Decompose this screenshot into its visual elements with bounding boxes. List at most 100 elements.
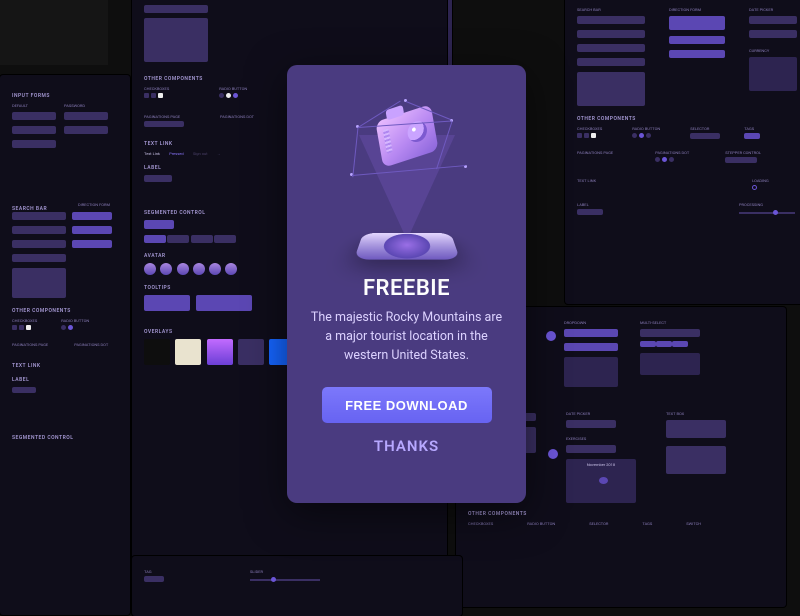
multiselect[interactable] (640, 329, 700, 337)
label-radio: RADIO BUTTON (527, 521, 555, 526)
search-result-list[interactable] (12, 268, 66, 298)
text-link-signout[interactable]: Sign out (193, 151, 208, 156)
label-label: LABEL (577, 202, 603, 207)
date-input[interactable] (566, 445, 616, 453)
checkbox-checked[interactable] (591, 133, 596, 138)
multiselect-list[interactable] (640, 353, 700, 375)
direction-input[interactable] (669, 16, 725, 30)
currency-pad[interactable] (749, 57, 797, 91)
search-input[interactable] (577, 44, 645, 52)
pagination[interactable] (144, 121, 184, 127)
avatar[interactable] (225, 263, 237, 275)
label-selector: SELECTOR (589, 521, 608, 526)
label-textbox: TEXT BOX (666, 411, 726, 416)
checkbox[interactable] (19, 325, 24, 330)
label-tag: TAG (144, 569, 164, 574)
swatch[interactable] (175, 339, 201, 365)
ms-tag[interactable] (640, 341, 656, 347)
segment[interactable] (214, 235, 236, 243)
radio[interactable] (646, 133, 651, 138)
avatar[interactable] (193, 263, 205, 275)
label-direction: DIRECTION FORM (669, 7, 743, 12)
segmented-primary[interactable] (144, 220, 174, 229)
input-password-1[interactable] (64, 112, 108, 120)
checkbox[interactable] (151, 93, 156, 98)
input-password-2[interactable] (64, 126, 108, 134)
checkbox[interactable] (584, 133, 589, 138)
label-checkboxes: CHECKBOXES (577, 126, 602, 131)
dropdown[interactable] (564, 343, 618, 351)
stepper[interactable] (725, 157, 757, 163)
label-pagination: PAGINATIONS PAGE (144, 114, 184, 119)
label-radio: RADIO BUTTON (632, 126, 660, 131)
text-link[interactable]: Text Link (144, 151, 160, 156)
swatch[interactable] (144, 339, 170, 365)
hologram-illustration (332, 95, 482, 270)
avatar[interactable] (209, 263, 221, 275)
input-default-1[interactable] (12, 112, 56, 120)
direction-input[interactable] (72, 212, 112, 220)
checkbox[interactable] (144, 93, 149, 98)
radio-selected[interactable] (639, 133, 644, 138)
date-input[interactable] (749, 30, 797, 38)
input-default-2[interactable] (12, 126, 56, 134)
page-dot[interactable] (662, 157, 667, 162)
date-input[interactable] (749, 16, 797, 24)
calendar[interactable]: November 2018 (566, 459, 636, 503)
direction-input[interactable] (669, 36, 725, 44)
label-pagination-dot: PAGINATIONS DOT (220, 114, 254, 119)
selector[interactable] (690, 133, 720, 139)
search-dropdown-list[interactable] (577, 72, 645, 106)
ms-tag[interactable] (656, 341, 672, 347)
search-input[interactable] (577, 16, 645, 24)
dropdown[interactable] (564, 329, 618, 337)
radio[interactable] (219, 93, 224, 98)
segment[interactable] (167, 235, 189, 243)
slider[interactable] (250, 579, 320, 581)
search-input[interactable] (12, 226, 66, 234)
label-processing: PROCESSING (739, 202, 795, 207)
input-default-3[interactable] (12, 140, 56, 148)
segment[interactable] (191, 235, 213, 243)
text-link-pressed[interactable]: Pressed (169, 151, 183, 156)
textbox[interactable] (666, 446, 726, 474)
checkbox-checked[interactable] (158, 93, 163, 98)
radio-selected[interactable] (233, 93, 238, 98)
search-input[interactable] (12, 212, 66, 220)
radio[interactable] (632, 133, 637, 138)
direction-input[interactable] (72, 240, 112, 248)
page-dot[interactable] (655, 157, 660, 162)
page-dot[interactable] (669, 157, 674, 162)
checkbox[interactable] (12, 325, 17, 330)
radio[interactable] (226, 93, 231, 98)
date-input[interactable] (566, 420, 616, 428)
tag[interactable] (744, 133, 760, 139)
free-download-button[interactable]: FREE DOWNLOAD (322, 387, 492, 423)
search-input[interactable] (12, 254, 66, 262)
segment[interactable] (144, 235, 166, 243)
label-loading: LOADING (752, 178, 769, 183)
tag[interactable] (144, 576, 164, 582)
label-radio: RADIO BUTTON (61, 318, 89, 323)
search-input[interactable] (577, 58, 645, 66)
search-input[interactable] (577, 30, 645, 38)
textbox[interactable] (666, 420, 726, 438)
avatar[interactable] (177, 263, 189, 275)
radio-selected[interactable] (68, 325, 73, 330)
avatar[interactable] (160, 263, 172, 275)
dropdown-list[interactable] (564, 357, 618, 387)
search-input[interactable] (12, 240, 66, 248)
ms-tag[interactable] (672, 341, 688, 347)
slider[interactable] (739, 212, 795, 214)
search-input[interactable] (144, 5, 208, 13)
avatar[interactable] (144, 263, 156, 275)
swatch[interactable] (207, 339, 233, 365)
dropdown-list[interactable] (144, 18, 208, 62)
swatch[interactable] (238, 339, 264, 365)
checkbox[interactable] (577, 133, 582, 138)
thanks-link[interactable]: THANKS (374, 437, 439, 455)
direction-input[interactable] (669, 50, 725, 58)
checkbox-checked[interactable] (26, 325, 31, 330)
direction-input[interactable] (72, 226, 112, 234)
radio[interactable] (61, 325, 66, 330)
